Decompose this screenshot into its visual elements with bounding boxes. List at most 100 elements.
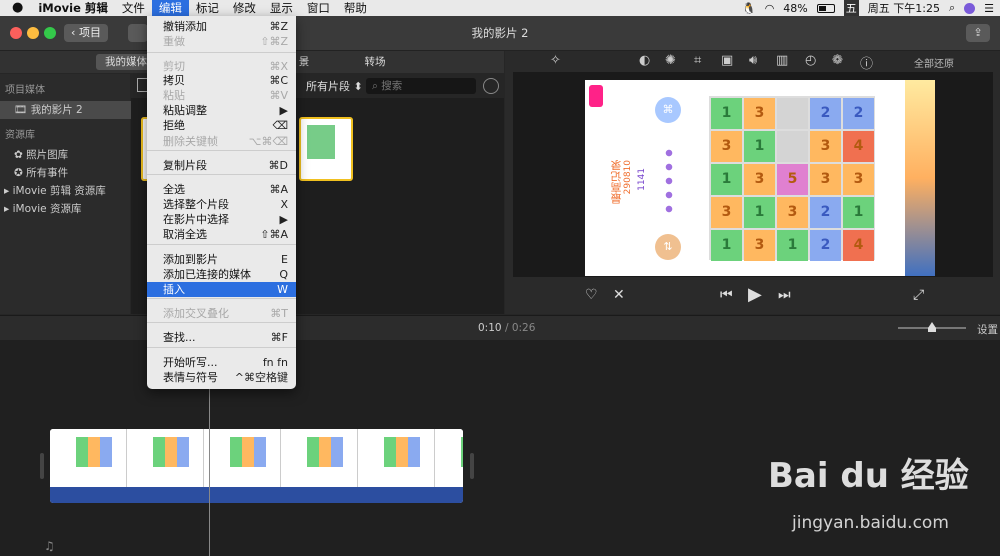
filter-icon[interactable]: ❁: [832, 53, 843, 68]
skip-forward-icon[interactable]: ⏭: [778, 287, 791, 303]
zoom-slider-knob[interactable]: [928, 322, 936, 332]
menu-item-shortcut: ⇧⌘A: [260, 228, 288, 241]
disclosure-triangle-icon[interactable]: ▸: [4, 185, 9, 197]
menu-item-label: 开始听写...: [163, 356, 218, 369]
move-dots: [665, 146, 673, 216]
menu-item-shortcut: ⌘F: [270, 331, 288, 344]
timeline-settings-button[interactable]: 设置: [977, 322, 998, 337]
siri-icon[interactable]: [964, 2, 976, 14]
menu-file[interactable]: 文件: [115, 0, 152, 16]
qq-icon[interactable]: 🐧: [742, 2, 756, 15]
sidebar-item-label: 所有事件: [26, 167, 69, 179]
sidebar-item-imovie-edit-library[interactable]: ▸ iMovie 剪辑 资源库: [0, 182, 134, 200]
frame-grid: [153, 437, 189, 467]
grid-cell: 1: [711, 230, 742, 261]
menu-window[interactable]: 窗口: [300, 0, 337, 16]
wifi-icon[interactable]: ◠: [765, 2, 775, 15]
reject-icon[interactable]: ✕: [613, 287, 625, 303]
color-correction-icon[interactable]: ✺: [665, 53, 676, 68]
edit-menu-item[interactable]: 撤销添加 ⌘Z: [147, 19, 296, 34]
filmstrip-frame: [127, 429, 204, 487]
menu-mark[interactable]: 标记: [189, 0, 226, 16]
edit-menu-item[interactable]: 添加到影片 E: [147, 252, 296, 267]
sidebar-item-label: 我的影片 2: [30, 104, 83, 116]
magic-wand-icon[interactable]: ✧: [550, 53, 561, 68]
menu-item-label: 重做: [163, 35, 185, 48]
menu-item-label: 在影片中选择: [163, 213, 229, 226]
sidebar-item-label: iMovie 资源库: [12, 203, 82, 215]
edit-menu-item[interactable]: 拷贝 ⌘C: [147, 73, 296, 88]
sidebar-item-imovie-library[interactable]: ▸ iMovie 资源库: [0, 200, 134, 218]
menu-bar: ● iMovie 剪辑 文件 编辑 标记 修改 显示 窗口 帮助 🐧 ◠ 48%…: [0, 0, 1000, 16]
trim-handle-right[interactable]: [470, 453, 474, 479]
edit-menu-item[interactable]: 插入 W: [147, 282, 296, 297]
grid-cell: 2: [843, 98, 874, 129]
baidu-logo: Bai du 经验: [768, 456, 969, 496]
app-menu[interactable]: iMovie 剪辑: [31, 0, 115, 16]
ime-indicator[interactable]: 五: [843, 0, 859, 16]
speed-icon[interactable]: ◴: [805, 53, 816, 68]
crop-icon[interactable]: ⌗: [694, 53, 701, 68]
grid-cell: 1: [744, 197, 775, 228]
library-sidebar: 项目媒体 🎞 我的影片 2 资源库 ✿ 照片图库 ✪ 所有事件 ▸ iMovie…: [0, 74, 144, 314]
clock[interactable]: 周五 下午1:25: [868, 0, 940, 16]
apple-icon[interactable]: ●: [0, 0, 31, 16]
menu-separator: [147, 150, 296, 151]
share-icon[interactable]: ⇪: [966, 24, 990, 42]
edit-menu-item[interactable]: 添加已连接的媒体 Q: [147, 267, 296, 282]
tab-transitions[interactable]: 转场: [360, 54, 390, 70]
clip-thumbnail-selected[interactable]: [299, 117, 353, 181]
favorite-icon[interactable]: ♡: [585, 287, 598, 303]
play-icon[interactable]: ▶: [748, 284, 762, 305]
edit-menu-item[interactable]: 粘贴调整 ▶: [147, 103, 296, 118]
duration: 0:26: [511, 322, 536, 334]
equalizer-icon[interactable]: ▥: [776, 53, 788, 68]
clip-filmstrip: [50, 429, 463, 487]
edit-menu-item[interactable]: 取消全选 ⇧⌘A: [147, 227, 296, 242]
trim-handle-left[interactable]: [40, 453, 44, 479]
edit-menu-item[interactable]: 全选 ⌘A: [147, 182, 296, 197]
stabilization-icon[interactable]: ▣: [721, 53, 733, 68]
filmstrip-frame: [204, 429, 281, 487]
edit-menu-item[interactable]: 开始听写... fn fn: [147, 355, 296, 370]
edit-menu-item[interactable]: 表情与符号 ^⌘空格键: [147, 370, 296, 385]
edit-menu-item[interactable]: 拒绝 ⌫: [147, 118, 296, 133]
menu-edit[interactable]: 编辑: [151, 0, 189, 16]
photos-icon: ✿: [14, 149, 23, 161]
clip-filter-select[interactable]: 所有片段 ⬍: [306, 78, 363, 94]
menu-help[interactable]: 帮助: [337, 0, 374, 16]
grid-cell: 3: [744, 230, 775, 261]
gear-icon[interactable]: [483, 78, 499, 94]
audio-waveform: [50, 487, 463, 503]
color-balance-icon[interactable]: ◐: [639, 53, 650, 68]
timeline-clip[interactable]: [50, 429, 463, 503]
menu-separator: [147, 298, 296, 299]
volume-icon[interactable]: 🔊︎: [749, 53, 757, 68]
fullscreen-icon[interactable]: ⤢: [913, 287, 924, 303]
reset-all-button[interactable]: 全部还原: [914, 55, 954, 70]
sidebar-item-all-events[interactable]: ✪ 所有事件: [0, 164, 144, 182]
disclosure-triangle-icon[interactable]: ▸: [4, 203, 9, 215]
grid-cell: 2: [810, 230, 841, 261]
menu-view[interactable]: 显示: [263, 0, 300, 16]
menu-item-shortcut: ⌘C: [269, 74, 288, 87]
menu-item-label: 表情与符号: [163, 371, 218, 384]
search-icon[interactable]: ⌕: [949, 1, 955, 15]
edit-menu-item[interactable]: 选择整个片段 X: [147, 197, 296, 212]
edit-menu-item[interactable]: 复制片段 ⌘D: [147, 158, 296, 173]
battery-icon[interactable]: [816, 3, 835, 13]
menu-list-icon[interactable]: ☰: [984, 2, 994, 15]
search-input[interactable]: ⌕ 搜索: [366, 78, 476, 94]
film-icon: 🎞: [14, 104, 28, 116]
edit-menu-item[interactable]: 在影片中选择 ▶: [147, 212, 296, 227]
edit-menu-item[interactable]: 查找... ⌘F: [147, 330, 296, 345]
sidebar-item-photos[interactable]: ✿ 照片图库: [0, 146, 144, 164]
viewer: ✧ ◐ ✺ ⌗ ▣ 🔊︎ ▥ ◴ ❁ ⓘ 全部还原 ⌘ 最高记录 290810 …: [505, 51, 1000, 314]
tab-backgrounds[interactable]: 景: [296, 54, 312, 70]
grid-cell: 2: [810, 197, 841, 228]
menu-item-shortcut: ▶: [279, 104, 288, 117]
skip-back-icon[interactable]: ⏮: [720, 287, 733, 303]
info-icon[interactable]: ⓘ: [860, 53, 873, 72]
menu-modify[interactable]: 修改: [226, 0, 263, 16]
sidebar-item-my-movie[interactable]: 🎞 我的影片 2: [0, 101, 144, 119]
